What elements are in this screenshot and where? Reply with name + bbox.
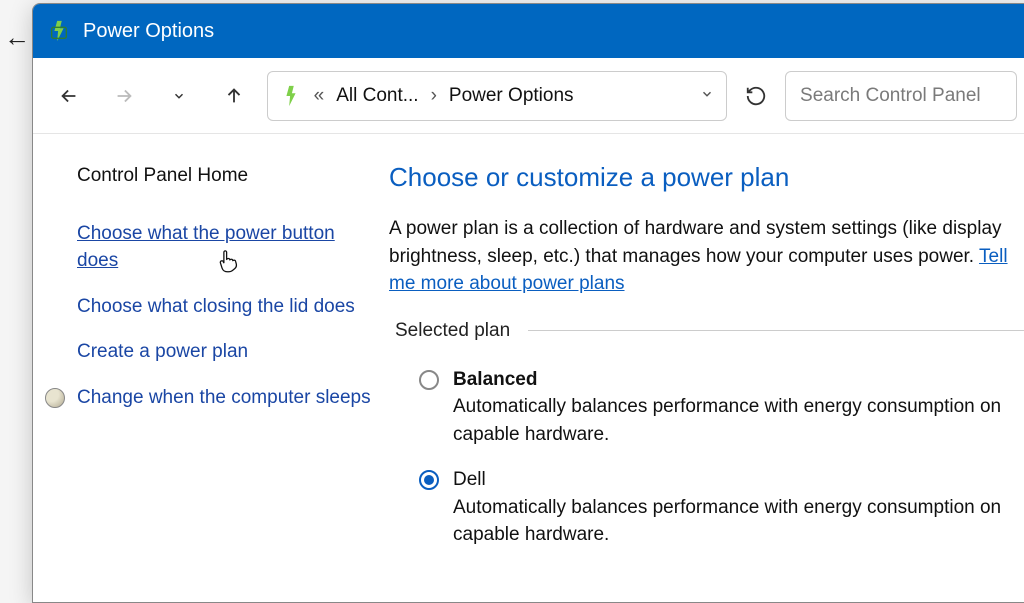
plan-desc-balanced: Automatically balances performance with … [453,393,1024,448]
titlebar[interactable]: Power Options [33,4,1024,58]
chevron-right-icon[interactable]: › [431,85,437,107]
page-description: A power plan is a collection of hardware… [389,215,1024,298]
selected-plan-legend: Selected plan [395,320,510,342]
forward-button [102,71,147,121]
plan-name-balanced[interactable]: Balanced [453,366,1024,394]
main-content: Choose or customize a power plan A power… [389,134,1024,602]
legend-divider [528,330,1024,331]
power-icon [47,19,71,43]
breadcrumb-parent[interactable]: All Cont... [336,85,418,107]
breadcrumb[interactable]: « All Cont... › Power Options [267,71,728,121]
window-title: Power Options [83,20,214,43]
sidebar-link-computer-sleeps[interactable]: Change when the computer sleeps [77,384,371,412]
selected-plan-group: Selected plan Balanced Automatically bal… [395,320,1024,549]
breadcrumb-icon [280,85,302,107]
back-button[interactable] [47,71,92,121]
radio-dell[interactable] [419,470,439,490]
sidebar-link-closing-lid[interactable]: Choose what closing the lid does [77,293,371,321]
plan-name-dell[interactable]: Dell [453,466,1024,494]
chevron-down-icon[interactable] [700,85,714,107]
sidebar-link-power-button[interactable]: Choose what the power button does [77,220,371,275]
outside-back-arrow: ← [4,22,30,53]
refresh-button[interactable] [737,75,775,117]
plan-dell: Dell Automatically balances performance … [395,448,1024,549]
search-placeholder: Search Control Panel [800,85,981,107]
moon-icon [45,388,65,408]
breadcrumb-current[interactable]: Power Options [449,85,574,107]
control-panel-home-link[interactable]: Control Panel Home [77,162,371,190]
up-button[interactable] [212,71,257,121]
breadcrumb-guillemet: « [314,85,325,107]
search-input[interactable]: Search Control Panel [785,71,1017,121]
recent-dropdown[interactable] [157,71,202,121]
plan-balanced: Balanced Automatically balances performa… [395,348,1024,449]
plan-desc-dell: Automatically balances performance with … [453,494,1024,549]
sidebar-link-create-plan[interactable]: Create a power plan [77,338,371,366]
power-options-window: Power Options « All Cont... › Power Opti… [32,3,1024,603]
cursor-hand-icon [217,248,239,283]
radio-balanced[interactable] [419,370,439,390]
navbar: « All Cont... › Power Options Search Con… [33,58,1024,134]
page-heading: Choose or customize a power plan [389,162,1024,193]
sidebar: Control Panel Home Choose what the power… [33,134,389,602]
